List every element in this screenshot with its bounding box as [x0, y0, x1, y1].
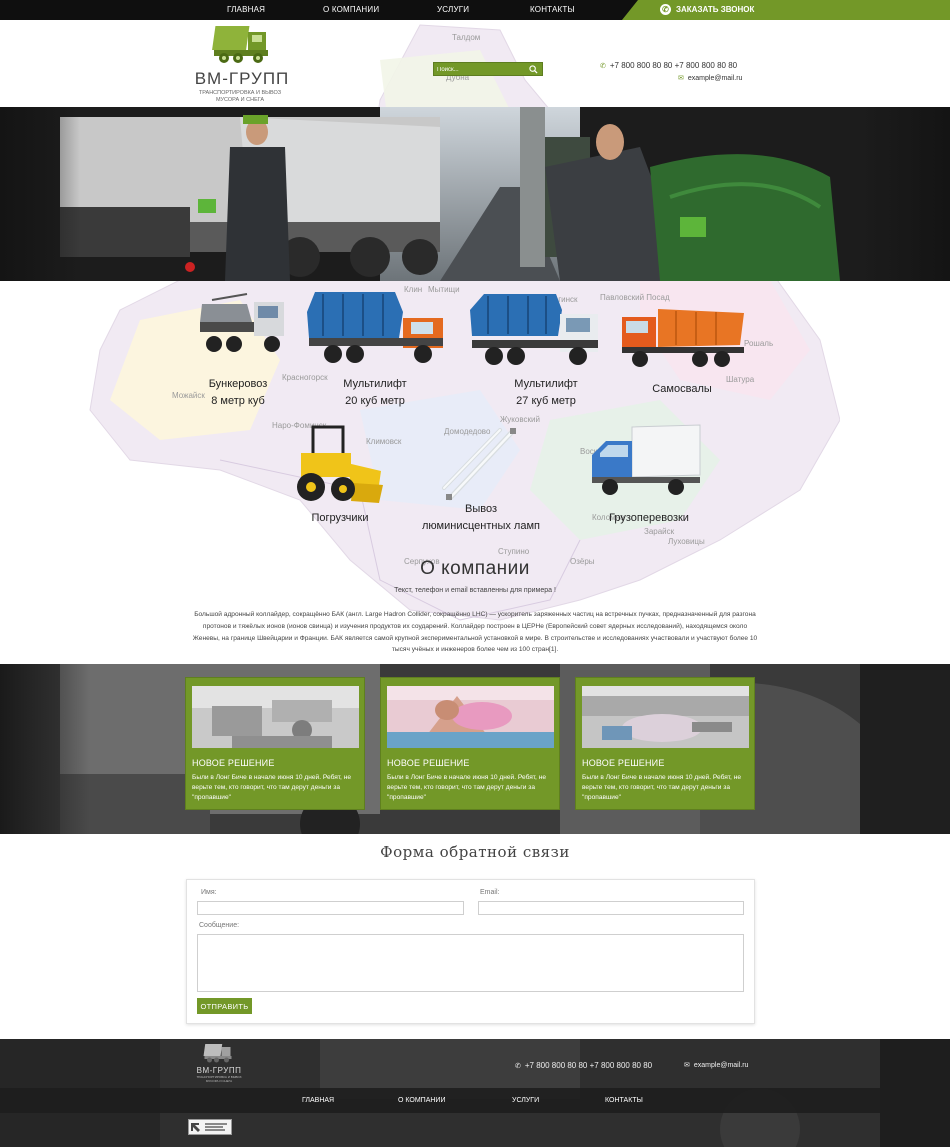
phone-icon: ✆ — [600, 63, 606, 70]
search-icon[interactable] — [529, 65, 538, 74]
svg-text:Зарайск: Зарайск — [644, 527, 675, 536]
news-image — [387, 686, 554, 748]
footer-logo-subtitle-line2: МУСОРА И СНЕГА — [205, 1079, 233, 1083]
nav-item-home[interactable]: ГЛАВНАЯ — [227, 5, 265, 14]
search-input[interactable] — [437, 64, 525, 75]
header-phone-number[interactable]: +7 800 800 80 80 +7 800 800 80 80 — [610, 61, 737, 70]
svg-text:Луховицы: Луховицы — [668, 537, 705, 546]
feedback-form: Имя: Email: Сообщение: ОТПРАВИТЬ — [186, 879, 755, 1024]
multilift-20-image[interactable] — [303, 288, 453, 366]
about-title: О компании — [420, 558, 530, 579]
logo-title: ВМ-ГРУПП — [194, 69, 290, 88]
news-text: Были в Лонг Бичe в начале июня 10 дней. … — [192, 774, 352, 801]
svg-text:Талдом: Талдом — [452, 33, 480, 42]
svg-text:Павловский Посад: Павловский Посад — [600, 293, 670, 302]
service-loaders[interactable]: Погрузчики — [295, 510, 385, 527]
news-card[interactable]: НОВОЕ РЕШЕНИЕ Были в Лонг Бичe в начале … — [380, 677, 560, 810]
email-field[interactable] — [478, 901, 744, 915]
dump-truck-image[interactable] — [618, 303, 748, 373]
footer-nav-services[interactable]: УСЛУГИ — [512, 1097, 539, 1104]
envelope-icon: ✉ — [684, 1062, 690, 1069]
service-subtitle: 20 куб метр — [345, 395, 405, 407]
news-title: НОВОЕ РЕШЕНИЕ — [387, 758, 470, 768]
footer-logo-title: ВМ-ГРУПП — [196, 1066, 242, 1075]
footer-email: ✉ example@mail.ru — [684, 1061, 748, 1069]
news-title: НОВОЕ РЕШЕНИЕ — [582, 758, 665, 768]
news-card[interactable]: НОВОЕ РЕШЕНИЕ Были в Лонг Бичe в начале … — [575, 677, 755, 810]
freight-van-image[interactable] — [588, 423, 704, 499]
hero-photo — [0, 107, 950, 281]
logo-subtitle: ТРАНСПОРТИРОВКА И ВЫВОЗ МУСОРА И СНЕГА — [190, 90, 290, 104]
news-image — [582, 686, 749, 748]
logo-subtitle-line2: МУСОРА И СНЕГА — [215, 97, 265, 103]
news-title: НОВОЕ РЕШЕНИЕ — [192, 758, 275, 768]
news-image — [192, 686, 359, 748]
about-subtitle: Текст, телефон и email вставленны для пр… — [394, 587, 556, 594]
service-title: Грузоперевозки — [609, 512, 689, 524]
footer-nav-home[interactable]: ГЛАВНАЯ — [302, 1097, 334, 1104]
phone-icon: ✆ — [660, 4, 671, 15]
footer-logo-subtitle: ТРАНСПОРТИРОВКА И ВЫВОЗ МУСОРА И СНЕГА — [194, 1075, 244, 1083]
service-title: Погрузчики — [311, 512, 369, 524]
service-title: Мультилифт — [514, 378, 578, 390]
news-card[interactable]: НОВОЕ РЕШЕНИЕ Были в Лонг Бичe в начале … — [185, 677, 365, 810]
name-label: Имя: — [201, 889, 217, 896]
service-subtitle: 27 куб метр — [516, 395, 576, 407]
submit-button[interactable]: ОТПРАВИТЬ — [197, 998, 252, 1014]
svg-text:Жуковский: Жуковский — [500, 415, 540, 424]
service-title: Вывоз — [464, 503, 497, 515]
service-title: Самосвалы — [652, 383, 712, 395]
service-lamp-disposal[interactable]: Вывоз люминисцентных ламп — [418, 501, 544, 535]
header-phone: ✆ +7 800 800 80 80 +7 800 800 80 80 — [600, 61, 737, 70]
news-text: Были в Лонг Бичe в начале июня 10 дней. … — [582, 774, 742, 801]
footer-phone-number[interactable]: +7 800 800 80 80 +7 800 800 80 80 — [525, 1061, 652, 1070]
footer-email-address[interactable]: example@mail.ru — [694, 1062, 749, 1069]
nav-item-about[interactable]: О КОМПАНИИ — [323, 5, 379, 14]
search-box — [433, 62, 543, 76]
bunker-truck-image[interactable] — [192, 292, 292, 360]
footer-nav-about[interactable]: О КОМПАНИИ — [398, 1097, 445, 1104]
service-subtitle: люминисцентных ламп — [422, 520, 540, 532]
svg-text:Рошаль: Рошаль — [744, 339, 773, 348]
visitor-counter-widget[interactable] — [188, 1119, 232, 1135]
header-email: ✉ example@mail.ru — [678, 74, 742, 82]
message-label: Сообщение: — [199, 922, 240, 929]
footer-nav-contacts[interactable]: КОНТАКТЫ — [605, 1097, 643, 1104]
loader-image[interactable] — [277, 423, 385, 505]
truck-logo-icon — [212, 26, 268, 63]
name-field[interactable] — [197, 901, 464, 915]
callback-label: ЗАКАЗАТЬ ЗВОНОК — [676, 5, 755, 14]
service-multilift-27[interactable]: Мультилифт 27 куб метр — [490, 376, 602, 410]
news-text: Были в Лонг Бичe в начале июня 10 дней. … — [387, 774, 547, 801]
service-subtitle: 8 метр куб — [211, 395, 265, 407]
service-freight[interactable]: Грузоперевозки — [600, 510, 698, 527]
phone-icon: ✆ — [515, 1063, 521, 1070]
hero-banner — [0, 107, 950, 281]
nav-item-contacts[interactable]: КОНТАКТЫ — [530, 5, 575, 14]
logo-subtitle-line1: ТРАНСПОРТИРОВКА И ВЫВОЗ — [198, 90, 282, 96]
service-title: Мультилифт — [343, 378, 407, 390]
email-label: Email: — [480, 889, 500, 896]
counter-arrow-icon — [191, 1123, 227, 1132]
nav-item-services[interactable]: УСЛУГИ — [437, 5, 469, 14]
multilift-27-image[interactable] — [466, 290, 604, 368]
header-email-address[interactable]: example@mail.ru — [688, 75, 743, 82]
service-dump-trucks[interactable]: Самосвалы — [632, 381, 732, 398]
footer-truck-logo-icon[interactable] — [203, 1042, 233, 1064]
fluorescent-lamps-image[interactable] — [440, 428, 520, 502]
top-navigation: ГЛАВНАЯ О КОМПАНИИ УСЛУГИ КОНТАКТЫ ✆ ЗАК… — [0, 0, 950, 20]
feedback-form-title: Форма обратной связи — [380, 843, 570, 861]
footer-navigation: ГЛАВНАЯ О КОМПАНИИ УСЛУГИ КОНТАКТЫ — [0, 1088, 950, 1113]
footer-phone: ✆ +7 800 800 80 80 +7 800 800 80 80 — [515, 1061, 652, 1070]
site-logo[interactable]: ВМ-ГРУПП ТРАНСПОРТИРОВКА И ВЫВОЗ МУСОРА … — [190, 22, 290, 106]
service-bunker-truck[interactable]: Бункеровоз 8 метр куб — [190, 376, 286, 410]
service-title: Бункеровоз — [208, 378, 268, 390]
about-text: Большой адронный коллайдер, сокращённо Б… — [192, 611, 758, 654]
service-multilift-20[interactable]: Мультилифт 20 куб метр — [318, 376, 432, 410]
callback-button[interactable]: ✆ ЗАКАЗАТЬ ЗВОНОК — [622, 0, 950, 20]
svg-text:Ступино: Ступино — [498, 547, 530, 556]
message-field[interactable] — [197, 934, 744, 992]
envelope-icon: ✉ — [678, 75, 684, 82]
